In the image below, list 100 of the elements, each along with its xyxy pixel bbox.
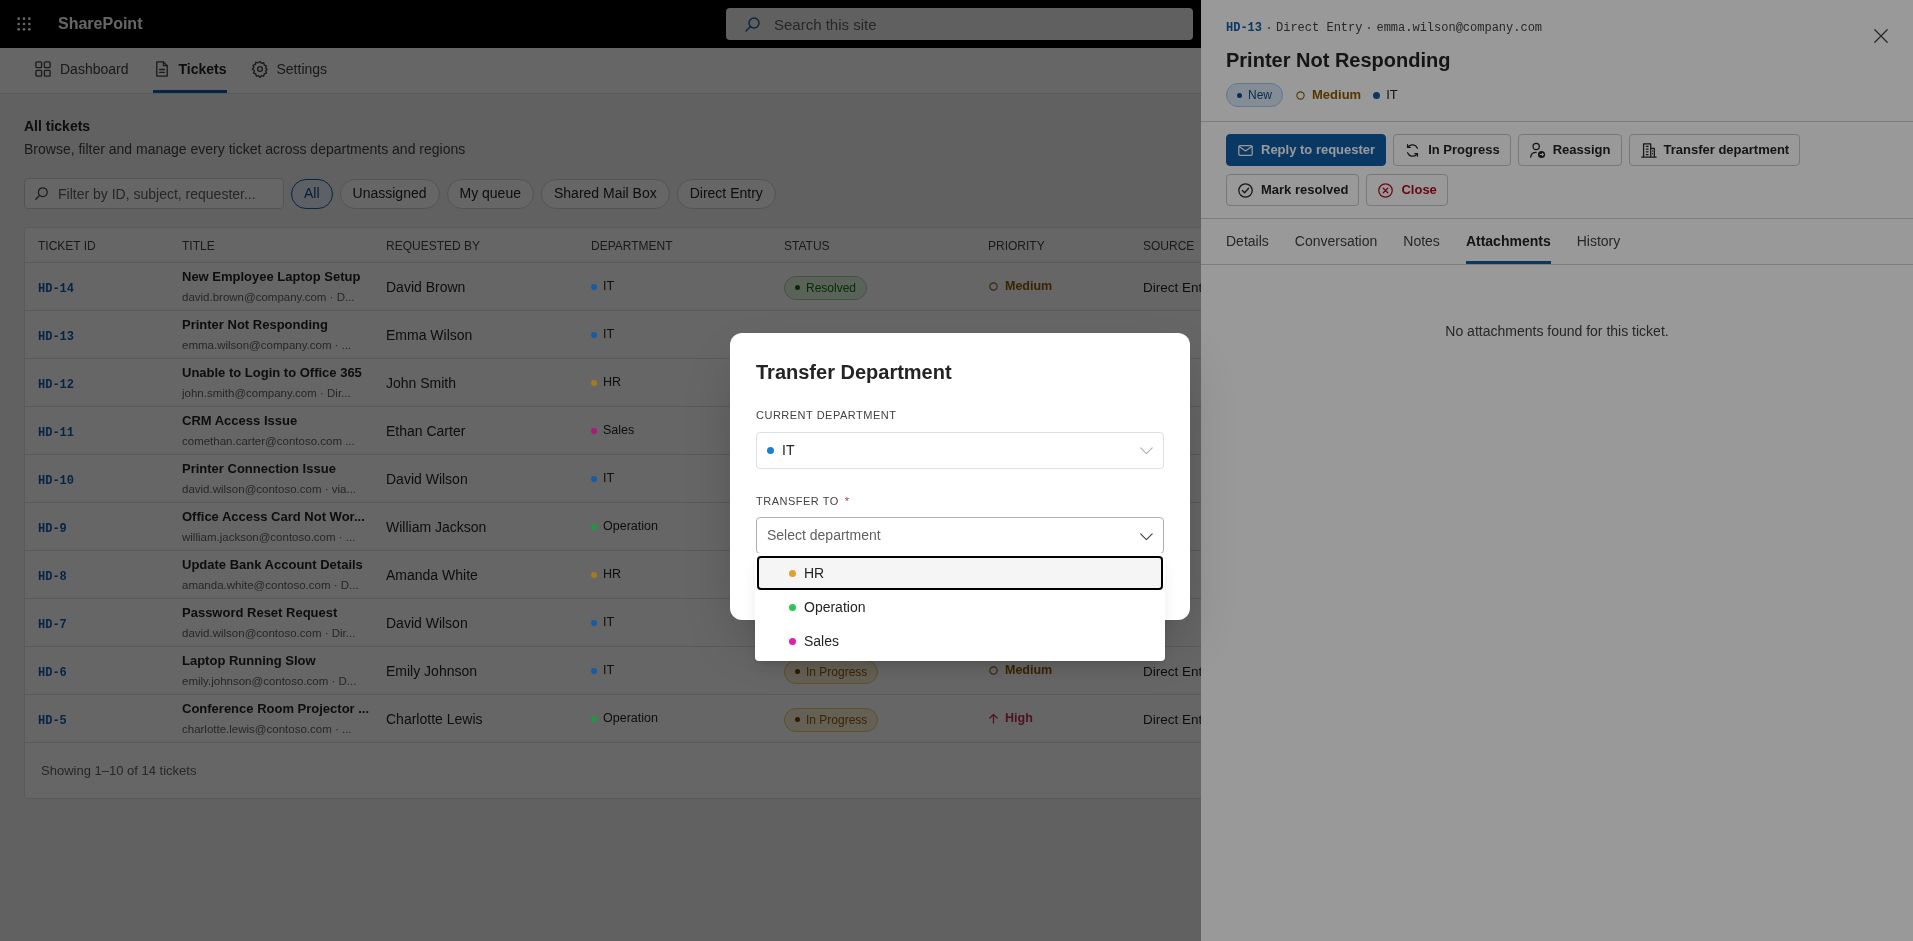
waffle-icon (16, 16, 32, 32)
ticket-subtitle: john.smith@company.com · Dir... (182, 386, 351, 402)
building-icon (1639, 141, 1657, 159)
source-label: Direct Ent (1143, 279, 1203, 295)
action-button[interactable]: Reply to requester (1226, 134, 1387, 166)
ticket-subtitle: david.brown@company.com · D... (182, 290, 355, 306)
requester-name: Amanda White (386, 566, 478, 583)
nav-tab[interactable]: Settings (250, 48, 328, 93)
nav-tab[interactable]: Dashboard (34, 48, 129, 93)
status-badge: In Progress (784, 707, 879, 732)
panel-tab[interactable]: History (1576, 219, 1621, 264)
department-label: HR (603, 566, 622, 584)
ticket-subtitle: emily.johnson@contoso.com · D... (182, 674, 357, 690)
circle-icon (1295, 89, 1306, 101)
dropdown-option[interactable]: Operation (757, 590, 1163, 624)
ticket-subtitle: charlotte.lewis@contoso.com · ... (182, 722, 352, 738)
department-label: IT (1386, 86, 1398, 105)
department-label: IT (603, 326, 615, 344)
ticket-subtitle: comethan.carter@contoso.com ... (182, 434, 355, 450)
requester-name: Charlotte Lewis (386, 710, 483, 727)
ticket-meta: Direct Entry (1276, 20, 1363, 37)
field-label: TRANSFER TO (756, 493, 839, 509)
panel-tab[interactable]: Notes (1403, 219, 1440, 264)
ticket-id-link[interactable]: HD-5 (38, 713, 67, 728)
ticket-id-link[interactable]: HD-9 (38, 521, 67, 536)
ticket-id-link[interactable]: HD-12 (38, 377, 74, 392)
ticket-id-link[interactable]: HD-11 (38, 425, 74, 440)
close-circle-icon (1377, 181, 1395, 199)
filter-field[interactable]: Filter by ID, subject, requester... (24, 178, 284, 209)
department-label: IT (603, 614, 615, 632)
check-circle-icon (1237, 181, 1254, 199)
department-label: HR (603, 374, 622, 392)
filter-chip[interactable]: My queue (446, 178, 534, 209)
ticket-title: New Employee Laptop Setup (182, 267, 361, 286)
column-header: TICKET ID (38, 239, 96, 253)
priority-label: Medium (1005, 277, 1053, 295)
settings-icon (250, 60, 269, 78)
ticket-id-link[interactable]: HD-14 (38, 281, 74, 296)
requester-name: Emma Wilson (386, 326, 473, 343)
ticket-subtitle: emma.wilson@company.com · ... (182, 338, 352, 354)
dropdown-option[interactable]: HR (757, 556, 1163, 590)
column-header: DEPARTMENT (591, 239, 673, 253)
source-label: Direct Ent (1143, 711, 1203, 727)
action-button[interactable]: Close (1366, 174, 1448, 206)
panel-tab[interactable]: Conversation (1294, 219, 1378, 264)
ticket-id-link[interactable]: HD-6 (38, 665, 67, 680)
ticket-title: Printer Connection Issue (182, 459, 336, 478)
column-header: REQUESTED BY (386, 239, 481, 253)
ticket-subtitle: david.wilson@contoso.com · via... (182, 482, 357, 498)
column-header: TITLE (182, 239, 215, 253)
requester-name: Emily Johnson (386, 662, 478, 679)
action-button[interactable]: Mark resolved (1226, 174, 1360, 206)
ticket-subtitle: amanda.white@contoso.com · D... (182, 578, 359, 594)
action-button[interactable]: Transfer department (1628, 134, 1801, 166)
requester-name: David Wilson (386, 614, 468, 631)
column-header: PRIORITY (988, 239, 1045, 253)
panel-tab[interactable]: Attachments (1465, 219, 1551, 264)
search-icon (744, 16, 761, 33)
status-badge: In Progress (784, 659, 879, 684)
ticket-id-link[interactable]: HD-7 (38, 617, 67, 632)
priority-label: Medium (1005, 661, 1053, 679)
action-button[interactable]: Reassign (1517, 134, 1622, 166)
requester-name: William Jackson (386, 518, 487, 535)
ticket-title: Update Bank Account Details (182, 555, 363, 574)
requester-name: David Brown (386, 278, 466, 295)
department-label: IT (603, 470, 615, 488)
filter-chip[interactable]: Direct Entry (676, 178, 776, 209)
filter-chip[interactable]: Shared Mail Box (541, 178, 670, 209)
status-badge: Resolved (784, 275, 868, 300)
ticket-id-link[interactable]: HD-13 (1226, 19, 1262, 37)
ticket-meta: emma.wilson@company.com (1376, 20, 1543, 37)
priority-label: High (1005, 709, 1033, 727)
filter-chip[interactable]: All (291, 178, 333, 209)
department-label: IT (603, 278, 615, 296)
requester-name: David Wilson (386, 470, 468, 487)
dropdown-option[interactable]: Sales (757, 624, 1163, 658)
ticket-id-link[interactable]: HD-13 (38, 329, 74, 344)
action-button[interactable]: In Progress (1393, 134, 1511, 166)
ticket-title: Office Access Card Not Wor... (182, 507, 365, 526)
circle-icon (988, 664, 999, 676)
page-subtitle: Browse, filter and manage every ticket across departments and regions (24, 140, 466, 159)
current-department-select[interactable]: IT (756, 431, 1164, 469)
search-field[interactable]: Search this site (726, 8, 1193, 40)
grid-icon (34, 60, 52, 78)
ticket-title: CRM Access Issue (182, 411, 298, 430)
column-header: STATUS (784, 239, 830, 253)
filter-chip[interactable]: Unassigned (339, 178, 440, 209)
source-label: Direct Ent (1143, 663, 1203, 679)
empty-message: No attachments found for this ticket. (1445, 322, 1669, 341)
requester-name: John Smith (386, 374, 457, 391)
ticket-id-link[interactable]: HD-10 (38, 473, 74, 488)
nav-tab[interactable]: Tickets (152, 48, 227, 93)
ticket-title: Printer Not Responding (1226, 48, 1452, 73)
ticket-id-link[interactable]: HD-8 (38, 569, 67, 584)
panel-tab[interactable]: Details (1226, 219, 1269, 264)
close-icon (1873, 28, 1889, 44)
department-label: Operation (603, 710, 658, 728)
department-label: Sales (603, 422, 635, 440)
ticket-title: Unable to Login to Office 365 (182, 363, 362, 382)
app-title: SharePoint (58, 14, 143, 34)
